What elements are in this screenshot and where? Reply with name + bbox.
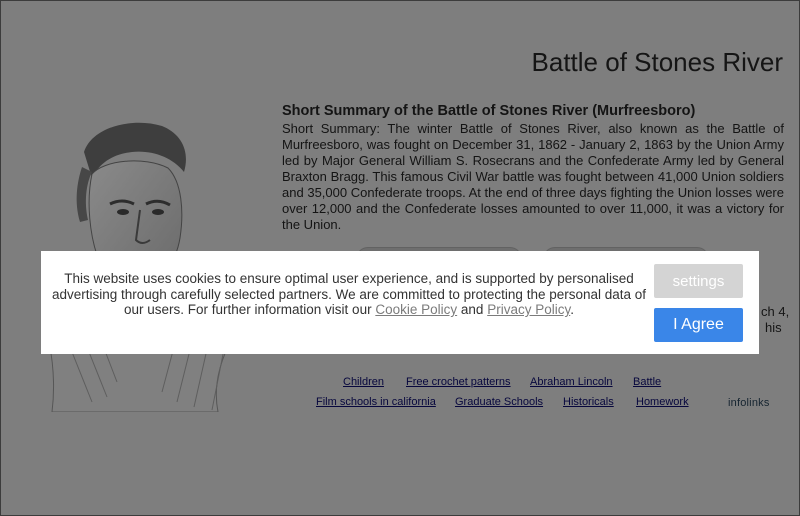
ad-link-homework[interactable]: Homework	[636, 396, 689, 408]
summary-heading: Short Summary of the Battle of Stones Ri…	[282, 103, 696, 119]
obscured-text-fragment: his	[765, 320, 782, 335]
ad-link-lincoln[interactable]: Abraham Lincoln	[530, 376, 613, 388]
cookie-policy-link[interactable]: Cookie Policy	[375, 302, 457, 317]
cookie-consent-banner: This website uses cookies to ensure opti…	[41, 251, 759, 354]
page-title: Battle of Stones River	[531, 47, 783, 78]
ad-link-children[interactable]: Children	[343, 376, 384, 388]
ad-link-crochet[interactable]: Free crochet patterns	[406, 376, 511, 388]
privacy-policy-link[interactable]: Privacy Policy	[487, 302, 570, 317]
infolinks-logo[interactable]: infolinks	[728, 397, 770, 409]
obscured-text-fragment: ch 4,	[761, 304, 790, 319]
ad-link-battle[interactable]: Battle	[633, 376, 661, 388]
summary-text: Short Summary: The winter Battle of Ston…	[282, 121, 784, 232]
ad-link-film-schools[interactable]: Film schools in california	[316, 396, 436, 408]
cookie-message: This website uses cookies to ensure opti…	[49, 271, 649, 318]
cookie-period: .	[570, 302, 574, 317]
ad-link-historicals[interactable]: Historicals	[563, 396, 614, 408]
summary-section: Short Summary of the Battle of Stones Ri…	[282, 103, 784, 233]
ad-link-graduate-schools[interactable]: Graduate Schools	[455, 396, 543, 408]
cookie-agree-button[interactable]: I Agree	[654, 308, 743, 342]
cookie-settings-button[interactable]: settings	[654, 264, 743, 298]
cookie-and-text: and	[460, 302, 484, 317]
